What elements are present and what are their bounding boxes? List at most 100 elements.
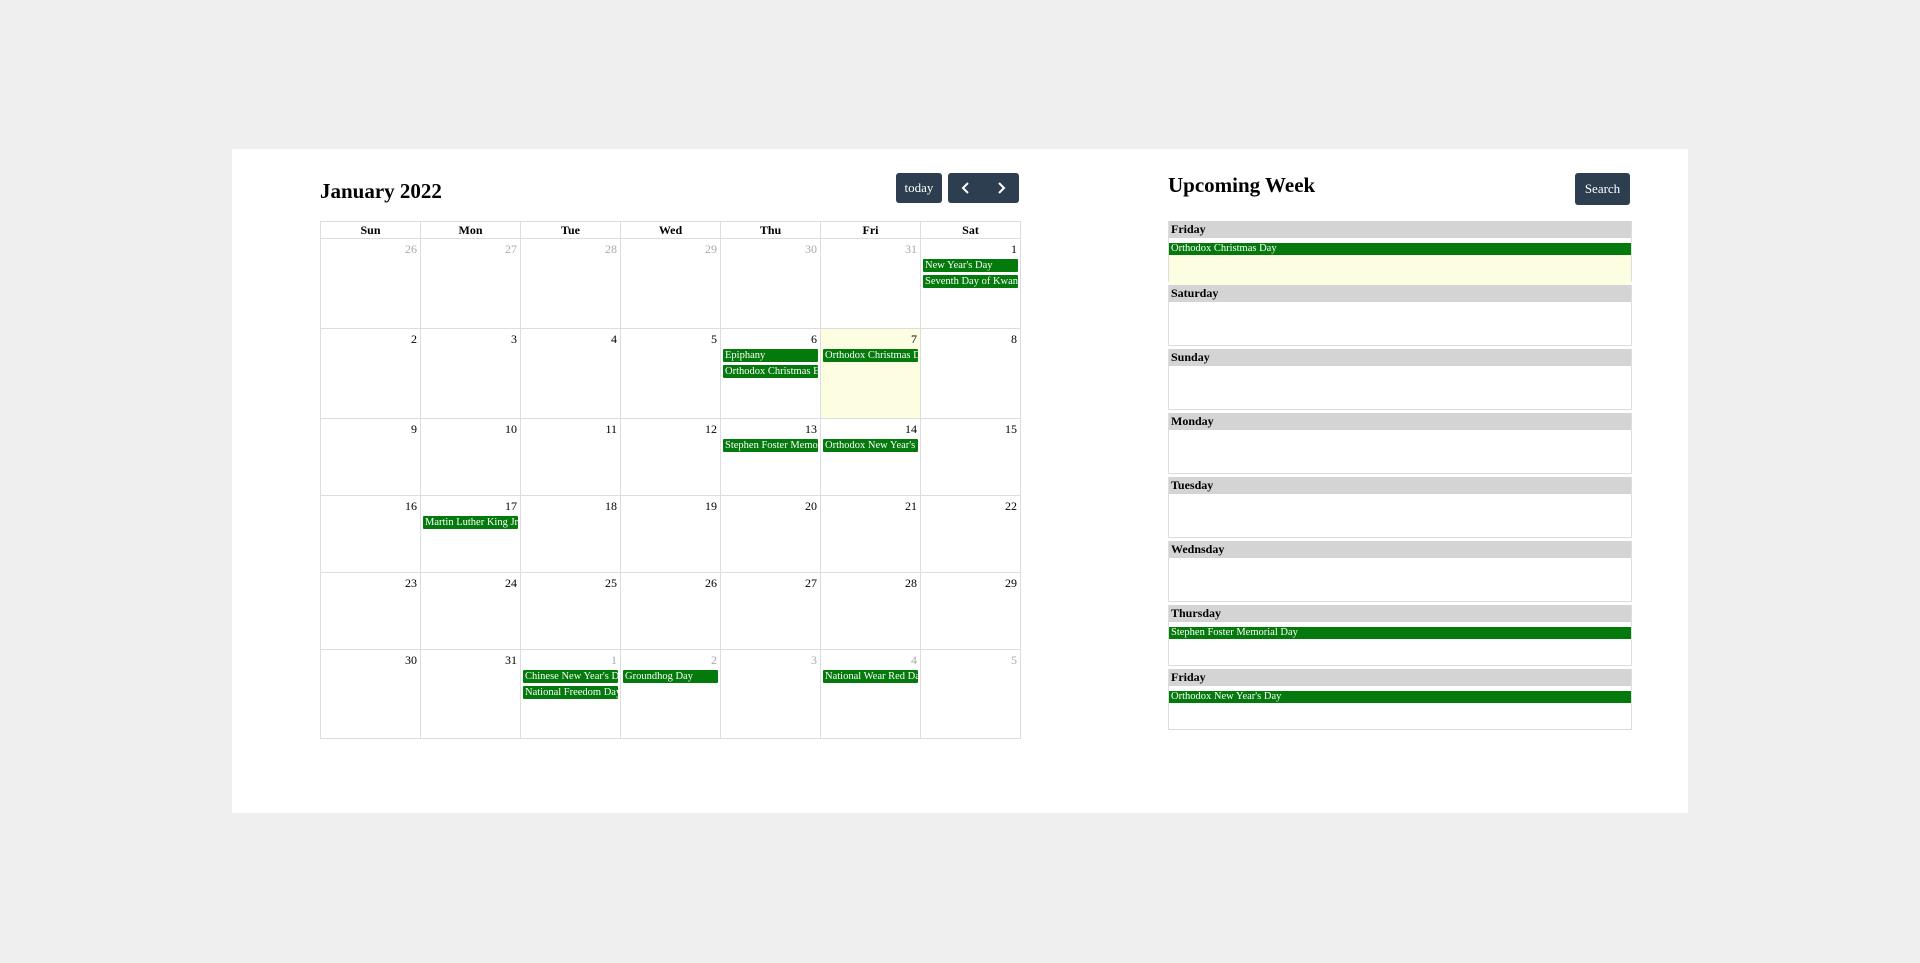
day-cell[interactable]: 26 — [620, 572, 721, 650]
day-number: 28 — [905, 576, 917, 590]
upcoming-day-body: Orthodox Christmas Day — [1169, 243, 1631, 286]
day-number: 15 — [1005, 422, 1017, 436]
upcoming-event[interactable]: Stephen Foster Memorial Day — [1169, 627, 1631, 639]
day-number: 7 — [911, 332, 917, 346]
day-cell[interactable]: 22 — [920, 495, 1021, 573]
day-cell[interactable]: 1 Chinese New Year's Day National Freedom … — [520, 649, 621, 739]
day-cell[interactable]: 14 Orthodox New Year's Day — [820, 418, 921, 496]
day-cell[interactable]: 17 Martin Luther King Jr. Day — [420, 495, 521, 573]
day-cell[interactable]: 8 — [920, 328, 1021, 419]
day-cell[interactable]: 3 — [420, 328, 521, 419]
calendar-event[interactable]: Chinese New Year's Day — [523, 670, 618, 683]
day-number: 29 — [705, 242, 717, 256]
day-cell[interactable]: 30 — [320, 649, 421, 739]
day-cell[interactable]: 12 — [620, 418, 721, 496]
day-cell[interactable]: 26 — [320, 238, 421, 329]
day-cell[interactable]: 2 Groundhog Day — [620, 649, 721, 739]
calendar-event[interactable]: New Year's Day — [923, 259, 1018, 272]
upcoming-day: Tuesday — [1168, 477, 1632, 538]
upcoming-day-body: Orthodox New Year's Day — [1169, 691, 1631, 734]
day-cell[interactable]: 31 — [420, 649, 521, 739]
day-number: 4 — [911, 653, 917, 667]
day-number: 2 — [411, 332, 417, 346]
calendar-event[interactable]: Stephen Foster Memorial Day — [723, 439, 818, 452]
day-cell[interactable]: 2 — [320, 328, 421, 419]
calendar-event[interactable]: Orthodox New Year's Day — [823, 439, 918, 452]
calendar-event[interactable]: National Wear Red Day — [823, 670, 918, 683]
calendar-event[interactable]: Epiphany — [723, 349, 818, 362]
next-month-button[interactable] — [983, 173, 1019, 203]
calendar-event[interactable]: Orthodox Christmas Eve — [723, 365, 818, 378]
day-number: 4 — [611, 332, 617, 346]
day-number: 21 — [905, 499, 917, 513]
day-cell[interactable]: 4 National Wear Red Day — [820, 649, 921, 739]
day-cell[interactable]: 31 — [820, 238, 921, 329]
day-cell[interactable]: 18 — [520, 495, 621, 573]
day-cell[interactable]: 20 — [720, 495, 821, 573]
day-cell[interactable]: 21 — [820, 495, 921, 573]
calendar-event[interactable]: Martin Luther King Jr. Day — [423, 516, 518, 529]
calendar-event[interactable]: Seventh Day of Kwanzaa — [923, 275, 1018, 288]
day-cell[interactable]: 16 — [320, 495, 421, 573]
day-cell[interactable]: 13 Stephen Foster Memorial Day — [720, 418, 821, 496]
upcoming-event[interactable]: Orthodox Christmas Day — [1169, 243, 1631, 255]
day-cell[interactable]: 19 — [620, 495, 721, 573]
upcoming-event[interactable]: Orthodox New Year's Day — [1169, 691, 1631, 703]
day-cell[interactable]: 24 — [420, 572, 521, 650]
today-button[interactable]: today — [896, 173, 942, 203]
day-cell[interactable]: 23 — [320, 572, 421, 650]
search-button[interactable]: Search — [1575, 173, 1630, 205]
day-number: 5 — [1011, 653, 1017, 667]
day-cell[interactable]: 5 — [620, 328, 721, 419]
calendar-toolbar: January 2022 today — [320, 173, 1021, 205]
upcoming-day: Friday Orthodox New Year's Day — [1168, 669, 1632, 730]
day-number: 18 — [605, 499, 617, 513]
day-cell[interactable]: 15 — [920, 418, 1021, 496]
day-cell[interactable]: 27 — [720, 572, 821, 650]
day-cell[interactable]: 28 — [520, 238, 621, 329]
day-cell[interactable]: 29 — [620, 238, 721, 329]
upcoming-day-label: Friday — [1169, 221, 1631, 238]
upcoming-day-body — [1169, 430, 1631, 473]
upcoming-day-body — [1169, 366, 1631, 409]
weekday-header-row: Sun Mon Tue Wed Thu Fri Sat — [320, 221, 1021, 239]
day-number: 31 — [505, 653, 517, 667]
upcoming-day: Monday — [1168, 413, 1632, 474]
day-cell[interactable]: 4 — [520, 328, 621, 419]
calendar-event[interactable]: Groundhog Day — [623, 670, 718, 683]
calendar-title: January 2022 — [320, 179, 442, 203]
day-number: 24 — [505, 576, 517, 590]
upcoming-week-title: Upcoming Week — [1168, 173, 1316, 197]
day-cell[interactable]: 5 — [920, 649, 1021, 739]
day-number: 30 — [405, 653, 417, 667]
day-cell[interactable]: 9 — [320, 418, 421, 496]
prev-month-button[interactable] — [948, 173, 983, 203]
day-cell[interactable]: 25 — [520, 572, 621, 650]
day-number: 25 — [605, 576, 617, 590]
day-cell[interactable]: 1 New Year's Day Seventh Day of Kwanzaa — [920, 238, 1021, 329]
day-cell[interactable]: 6 Epiphany Orthodox Christmas Eve — [720, 328, 821, 419]
day-cell[interactable]: 10 — [420, 418, 521, 496]
day-number: 22 — [1005, 499, 1017, 513]
day-number: 14 — [905, 422, 917, 436]
week-row: 23 24 25 26 27 28 29 — [320, 572, 1021, 650]
upcoming-day-body — [1169, 558, 1631, 601]
day-cell[interactable]: 27 — [420, 238, 521, 329]
day-cell[interactable]: 3 — [720, 649, 821, 739]
day-number: 27 — [805, 576, 817, 590]
day-cell[interactable]: 28 — [820, 572, 921, 650]
day-cell[interactable]: 11 — [520, 418, 621, 496]
chevron-right-icon — [998, 182, 1006, 194]
day-cell[interactable]: 30 — [720, 238, 821, 329]
upcoming-day-label: Thursday — [1169, 605, 1631, 622]
day-cell[interactable]: 29 — [920, 572, 1021, 650]
calendar-event[interactable]: Orthodox Christmas Day — [823, 349, 918, 362]
month-grid: Sun Mon Tue Wed Thu Fri Sat 26 27 28 29 30 31 1 New Y… — [320, 221, 1021, 739]
day-number: 10 — [505, 422, 517, 436]
day-number: 13 — [805, 422, 817, 436]
day-number: 2 — [711, 653, 717, 667]
upcoming-day-label: Saturday — [1169, 285, 1631, 302]
day-cell[interactable]: 7 Orthodox Christmas Day — [820, 328, 921, 419]
day-number: 29 — [1005, 576, 1017, 590]
calendar-event[interactable]: National Freedom Day — [523, 686, 618, 699]
